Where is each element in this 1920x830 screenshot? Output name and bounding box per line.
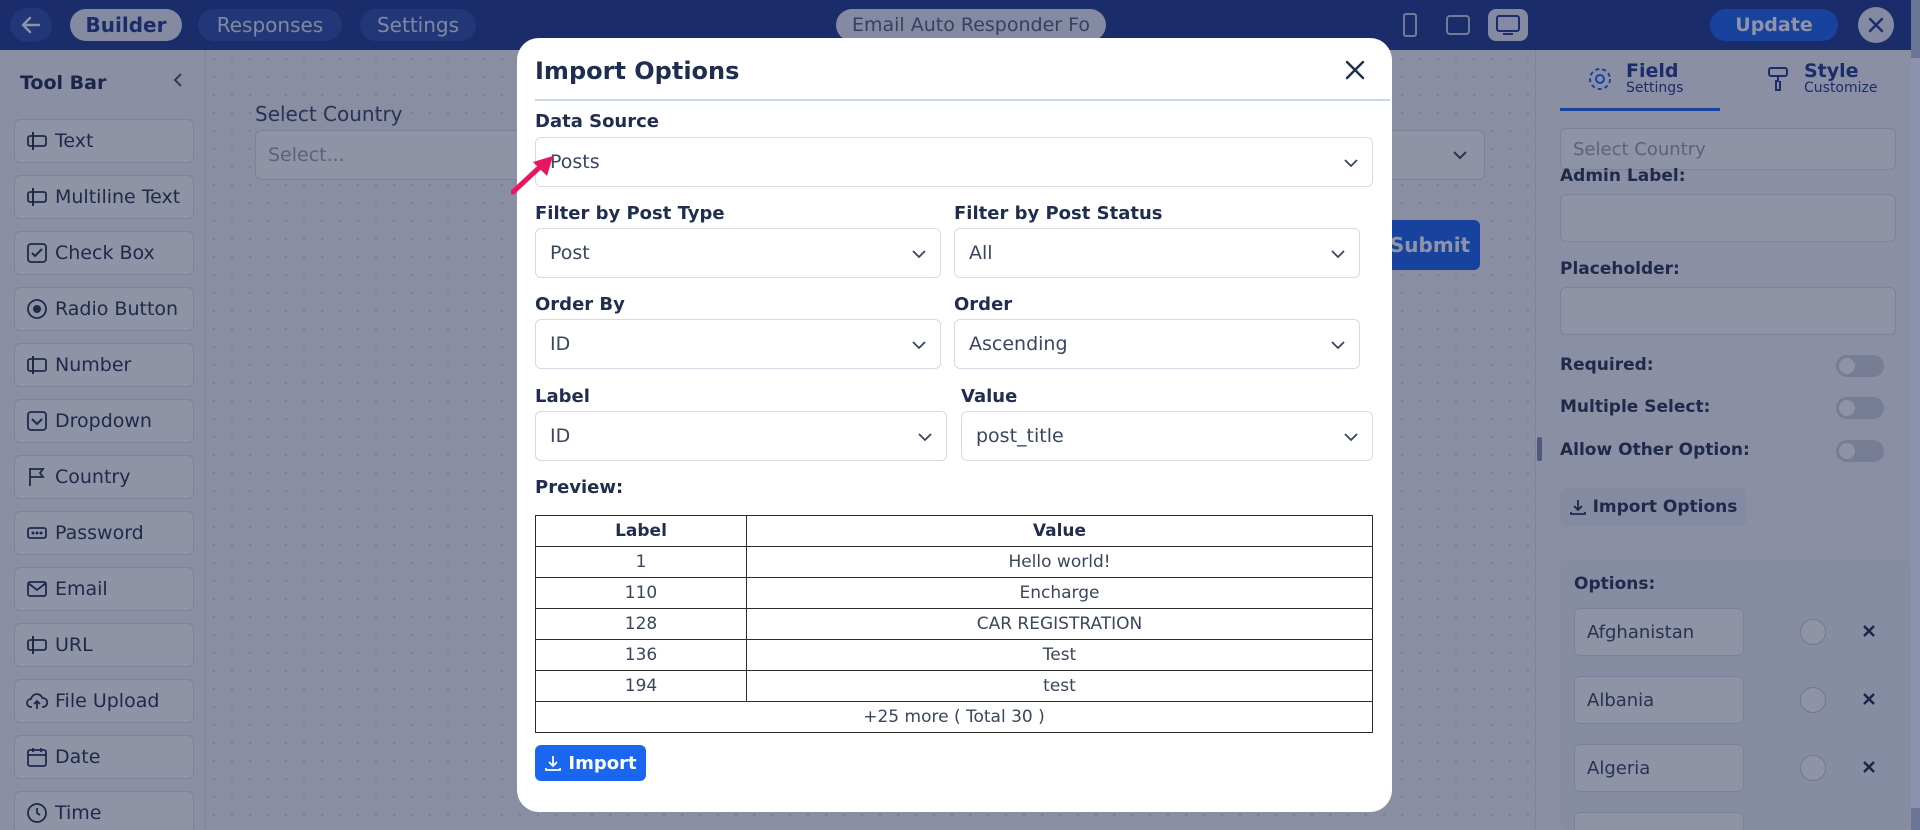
label-field-label: Label	[535, 386, 590, 407]
value-field-label: Value	[961, 386, 1018, 407]
chevron-down-icon	[1342, 428, 1360, 451]
chevron-down-icon	[910, 245, 928, 268]
cell-value: test	[746, 670, 1373, 702]
modal-title: Import Options	[535, 57, 740, 85]
select-value: Ascending	[969, 333, 1068, 355]
chevron-down-icon	[910, 336, 928, 359]
order-label: Order	[954, 294, 1013, 315]
preview-label: Preview:	[535, 477, 624, 498]
more-rows-note: +25 more ( Total 30 )	[535, 701, 1373, 733]
table-row: 194 test	[535, 670, 1373, 702]
cell-label: 194	[535, 670, 747, 702]
table-row: 110 Encharge	[535, 577, 1373, 609]
post-type-label: Filter by Post Type	[535, 203, 725, 224]
table-row: 1 Hello world!	[535, 546, 1373, 578]
close-modal-button[interactable]	[1340, 55, 1370, 85]
cell-label: 1	[535, 546, 747, 578]
select-value: ID	[550, 425, 571, 447]
select-value: ID	[550, 333, 571, 355]
order-by-select[interactable]: ID	[535, 319, 941, 369]
order-select[interactable]: Ascending	[954, 319, 1360, 369]
import-button[interactable]: Import	[535, 745, 646, 781]
chevron-down-icon	[1329, 245, 1347, 268]
download-icon	[545, 756, 562, 771]
select-value: All	[969, 242, 993, 264]
order-by-label: Order By	[535, 294, 625, 315]
divider	[535, 99, 1390, 101]
cell-value: Hello world!	[746, 546, 1373, 578]
chevron-down-icon	[1342, 154, 1360, 177]
page-scrollbar[interactable]	[1911, 58, 1920, 808]
post-status-label: Filter by Post Status	[954, 203, 1163, 224]
cell-label: 136	[535, 639, 747, 671]
column-header-label: Label	[535, 515, 747, 547]
pointer-arrow-icon	[511, 156, 553, 195]
preview-table: Label Value 1 Hello world! 110 Encharge …	[535, 515, 1373, 733]
label-field-select[interactable]: ID	[535, 411, 947, 461]
column-header-value: Value	[746, 515, 1373, 547]
value-field-select[interactable]: post_title	[961, 411, 1373, 461]
import-label: Import	[568, 752, 637, 774]
table-header-row: Label Value	[535, 515, 1373, 547]
cell-label: 110	[535, 577, 747, 609]
post-type-select[interactable]: Post	[535, 228, 941, 278]
select-value: Post	[550, 242, 590, 264]
close-icon	[1345, 60, 1365, 80]
data-source-select[interactable]: Posts	[535, 137, 1373, 187]
import-options-modal: Import Options Data Source Posts Filter …	[517, 38, 1392, 812]
table-row: 136 Test	[535, 639, 1373, 671]
data-source-label: Data Source	[535, 111, 660, 132]
cell-value: Encharge	[746, 577, 1373, 609]
post-status-select[interactable]: All	[954, 228, 1360, 278]
select-value: post_title	[976, 425, 1064, 447]
chevron-down-icon	[916, 428, 934, 451]
cell-value: CAR REGISTRATION	[746, 608, 1373, 640]
table-row: 128 CAR REGISTRATION	[535, 608, 1373, 640]
table-footer-row: +25 more ( Total 30 )	[535, 701, 1373, 733]
cell-label: 128	[535, 608, 747, 640]
chevron-down-icon	[1329, 336, 1347, 359]
cell-value: Test	[746, 639, 1373, 671]
